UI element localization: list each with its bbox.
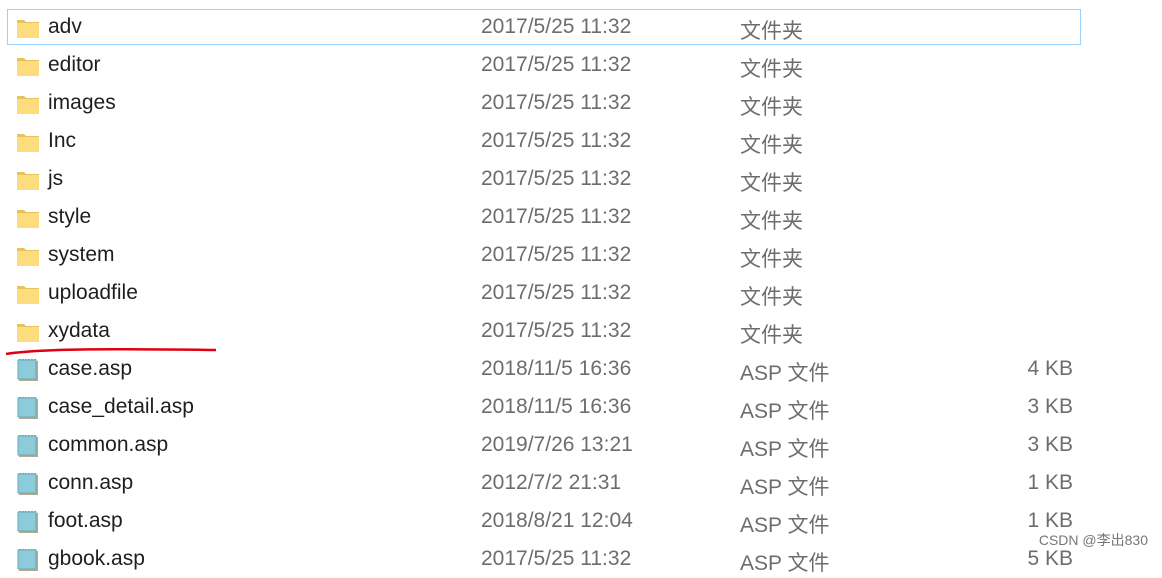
file-row[interactable]: images 2017/5/25 11:32 文件夹	[7, 85, 1081, 121]
file-name: common.asp	[48, 433, 169, 456]
file-size: 3 KB	[1027, 395, 1073, 418]
file-size: 3 KB	[1027, 433, 1073, 456]
folder-icon	[16, 282, 40, 306]
file-name: case_detail.asp	[48, 395, 194, 418]
file-date: 2019/7/26 13:21	[481, 433, 633, 456]
folder-icon	[16, 320, 40, 344]
file-name: images	[48, 91, 116, 114]
file-type: 文件夹	[740, 324, 803, 347]
file-type: 文件夹	[740, 172, 803, 195]
file-date: 2017/5/25 11:32	[481, 129, 632, 152]
file-date: 2017/5/25 11:32	[481, 243, 632, 266]
watermark: CSDN @李出830	[1038, 532, 1148, 548]
file-date: 2018/11/5 16:36	[481, 357, 632, 380]
folder-icon	[16, 206, 40, 230]
red-underline-annotation	[5, 347, 217, 356]
file-name: xydata	[48, 319, 110, 342]
file-row[interactable]: uploadfile 2017/5/25 11:32 文件夹	[7, 275, 1081, 311]
file-name: Inc	[48, 129, 77, 152]
file-size: 4 KB	[1027, 357, 1073, 380]
file-type: 文件夹	[740, 58, 803, 81]
file-row[interactable]: common.asp 2019/7/26 13:21 ASP 文件 3 KB	[7, 427, 1081, 463]
file-row[interactable]: js 2017/5/25 11:32 文件夹	[7, 161, 1081, 197]
file-date: 2017/5/25 11:32	[481, 547, 632, 570]
file-name: gbook.asp	[48, 547, 145, 570]
file-date: 2017/5/25 11:32	[481, 281, 632, 304]
file-row[interactable]: system 2017/5/25 11:32 文件夹	[7, 237, 1081, 273]
file-row[interactable]: editor 2017/5/25 11:32 文件夹	[7, 47, 1081, 83]
file-date: 2017/5/25 11:32	[481, 205, 632, 228]
file-type: ASP 文件	[740, 400, 830, 423]
file-row[interactable]: gbook.asp 2017/5/25 11:32 ASP 文件 5 KB	[7, 541, 1081, 577]
file-name: adv	[48, 15, 82, 38]
file-name: js	[48, 167, 64, 190]
file-type: 文件夹	[740, 248, 803, 271]
file-size: 5 KB	[1027, 547, 1073, 570]
file-date: 2017/5/25 11:32	[481, 91, 632, 114]
file-type: ASP 文件	[740, 362, 830, 385]
file-type: 文件夹	[740, 286, 803, 309]
file-row[interactable]: case_detail.asp 2018/11/5 16:36 ASP 文件 3…	[7, 389, 1081, 425]
file-type: ASP 文件	[740, 552, 830, 575]
asp-file-icon	[16, 472, 40, 496]
asp-file-icon	[16, 358, 40, 382]
file-row[interactable]: style 2017/5/25 11:32 文件夹	[7, 199, 1081, 235]
file-row[interactable]: adv 2017/5/25 11:32 文件夹	[7, 9, 1081, 45]
asp-file-icon	[16, 510, 40, 534]
asp-file-icon	[16, 548, 40, 572]
file-row[interactable]: foot.asp 2018/8/21 12:04 ASP 文件 1 KB	[7, 503, 1081, 539]
file-type: 文件夹	[740, 96, 803, 119]
file-type: 文件夹	[740, 210, 803, 233]
file-name: case.asp	[48, 357, 133, 380]
file-type: ASP 文件	[740, 514, 830, 537]
file-type: ASP 文件	[740, 476, 830, 499]
file-row[interactable]: Inc 2017/5/25 11:32 文件夹	[7, 123, 1081, 159]
folder-icon	[16, 16, 40, 40]
file-name: editor	[48, 53, 101, 76]
folder-icon	[16, 244, 40, 268]
file-date: 2018/8/21 12:04	[481, 509, 633, 532]
folder-icon	[16, 130, 40, 154]
file-name: uploadfile	[48, 281, 138, 304]
file-date: 2018/11/5 16:36	[481, 395, 632, 418]
file-name: foot.asp	[48, 509, 123, 532]
file-type: ASP 文件	[740, 438, 830, 461]
asp-file-icon	[16, 434, 40, 458]
folder-icon	[16, 54, 40, 78]
file-name: conn.asp	[48, 471, 134, 494]
file-date: 2017/5/25 11:32	[481, 167, 632, 190]
file-row[interactable]: conn.asp 2012/7/2 21:31 ASP 文件 1 KB	[7, 465, 1081, 501]
file-date: 2012/7/2 21:31	[481, 471, 622, 494]
folder-icon	[16, 168, 40, 192]
file-name: style	[48, 205, 92, 228]
file-type: 文件夹	[740, 134, 803, 157]
asp-file-icon	[16, 396, 40, 420]
file-name: system	[48, 243, 115, 266]
file-size: 1 KB	[1027, 471, 1073, 494]
file-date: 2017/5/25 11:32	[481, 53, 632, 76]
file-date: 2017/5/25 11:32	[481, 319, 632, 342]
file-date: 2017/5/25 11:32	[481, 15, 632, 38]
file-type: 文件夹	[740, 20, 803, 43]
folder-icon	[16, 92, 40, 116]
